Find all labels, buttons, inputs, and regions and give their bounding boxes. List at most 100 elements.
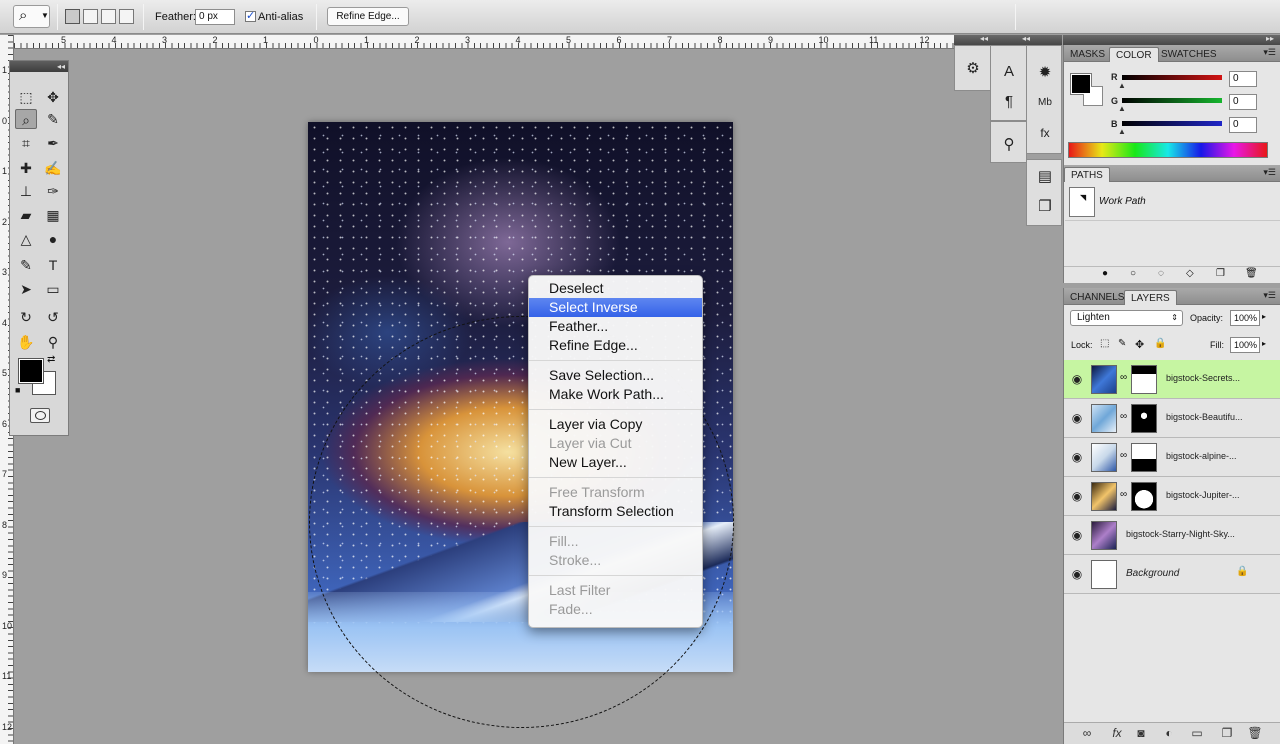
styles-icon[interactable]: fx [1032, 122, 1058, 144]
lock-position-icon[interactable]: ✥ [1135, 338, 1144, 351]
tab-color[interactable]: COLOR [1109, 47, 1159, 62]
layer-row[interactable]: ◉ Background 🔒 [1064, 555, 1280, 594]
layer-row[interactable]: ◉ ∞ bigstock-Jupiter-... [1064, 477, 1280, 516]
lock-image-icon[interactable]: ✎ [1118, 338, 1126, 349]
3d-rotate-icon[interactable]: ↻ [15, 307, 37, 327]
fill-input[interactable]: 100% [1230, 337, 1260, 353]
tab-paths[interactable]: PATHS [1064, 167, 1110, 182]
layer-mask-thumbnail[interactable] [1131, 404, 1157, 433]
anti-alias-checkbox[interactable]: ✓ [245, 11, 256, 22]
opacity-input[interactable]: 100% [1230, 310, 1260, 326]
mask-link-icon[interactable]: ∞ [1120, 411, 1127, 422]
opacity-arrow-icon[interactable]: ▸ [1262, 312, 1266, 321]
marquee-icon[interactable]: ⬚ [15, 87, 37, 107]
menu-item-refine-edge[interactable]: Refine Edge... [529, 336, 702, 355]
adjustment-icon[interactable]: ◐ [1160, 726, 1178, 740]
link-icon[interactable]: ∞ [1078, 726, 1096, 740]
new-selection-button[interactable] [65, 9, 80, 24]
path-selection-icon[interactable]: ➤ [15, 279, 37, 299]
3d-orbit-icon[interactable]: ↺ [42, 307, 64, 327]
channel-g-value[interactable]: 0 [1229, 94, 1257, 110]
clone-source-icon[interactable]: ⚲ [996, 134, 1022, 156]
hand-icon[interactable]: ✋ [15, 332, 37, 352]
swap-colors-icon[interactable]: ⇄ [47, 354, 55, 365]
channel-b-slider[interactable] [1122, 121, 1222, 126]
menu-item-save-selection[interactable]: Save Selection... [529, 366, 702, 385]
dock-header[interactable]: ◂◂ ◂◂ [954, 34, 1062, 45]
tools-panel-header[interactable]: ◂◂ [10, 61, 68, 72]
rectangle-icon[interactable]: ▭ [42, 279, 64, 299]
mask-link-icon[interactable]: ∞ [1120, 489, 1127, 500]
panel-menu-icon[interactable]: ▾☰ [1263, 167, 1276, 178]
quick-mask-icon[interactable] [30, 408, 50, 423]
type-icon[interactable]: T [42, 255, 64, 275]
lock-transparent-icon[interactable]: ⬚ [1100, 338, 1109, 349]
menu-item-deselect[interactable]: Deselect [529, 279, 702, 298]
tab-masks[interactable]: MASKS [1064, 47, 1111, 62]
layer-mask-thumbnail[interactable] [1131, 482, 1157, 511]
blur-icon[interactable]: △ [15, 229, 37, 249]
visibility-eye-icon[interactable]: ◉ [1070, 450, 1084, 464]
visibility-eye-icon[interactable]: ◉ [1070, 528, 1084, 542]
notes-icon[interactable]: ▤ [1032, 166, 1058, 188]
character-icon[interactable]: A [996, 61, 1022, 83]
history-brush-icon[interactable]: ✑ [42, 181, 64, 201]
quick-selection-icon[interactable]: ✎ [42, 109, 64, 129]
channel-g-slider[interactable] [1122, 98, 1222, 103]
layer-mask-thumbnail[interactable] [1131, 443, 1157, 472]
visibility-eye-icon[interactable]: ◉ [1070, 372, 1084, 386]
layer-row[interactable]: ◉ bigstock-Starry-Night-Sky... [1064, 516, 1280, 555]
mask-link-icon[interactable]: ∞ [1120, 450, 1127, 461]
lock-all-icon[interactable]: 🔒 [1154, 338, 1166, 349]
intersect-selection-button[interactable] [119, 9, 134, 24]
fill-path-icon[interactable]: ● [1102, 268, 1108, 279]
blend-mode-select[interactable]: Lighten ⇕ [1070, 310, 1183, 326]
tool-preset-picker[interactable]: ⌕ ▼ [13, 5, 50, 28]
delete-path-icon[interactable]: 🗑 [1245, 268, 1258, 279]
new-layer-icon[interactable]: ❐ [1218, 726, 1236, 740]
layer-row[interactable]: ◉ ∞ bigstock-Beautifu... [1064, 399, 1280, 438]
stroke-path-icon[interactable]: ○ [1130, 268, 1136, 279]
channel-r-value[interactable]: 0 [1229, 71, 1257, 87]
visibility-eye-icon[interactable]: ◉ [1070, 489, 1084, 503]
brush-presets-icon[interactable]: ✹ [1032, 62, 1058, 84]
slider-thumb-icon[interactable]: ▲ [1118, 81, 1126, 90]
move-icon[interactable]: ✥ [42, 87, 64, 107]
visibility-eye-icon[interactable]: ◉ [1070, 567, 1084, 581]
eraser-icon[interactable]: ▰ [15, 205, 37, 225]
panel-menu-icon[interactable]: ▾☰ [1263, 290, 1276, 301]
healing-brush-icon[interactable]: ✚ [15, 158, 37, 178]
channel-b-value[interactable]: 0 [1229, 117, 1257, 133]
path-row[interactable]: ◥ Work Path [1065, 185, 1280, 221]
clone-stamp-icon[interactable]: ⊥ [15, 181, 37, 201]
layer-comps-icon[interactable]: ❐ [1032, 196, 1058, 218]
fx-icon[interactable]: fx [1108, 726, 1126, 740]
foreground-color-swatch[interactable] [18, 358, 44, 384]
layer-row[interactable]: ◉ ∞ bigstock-alpine-... [1064, 438, 1280, 477]
crop-icon[interactable]: ⌗ [15, 133, 37, 153]
menu-item-feather[interactable]: Feather... [529, 317, 702, 336]
mask-link-icon[interactable]: ∞ [1120, 372, 1127, 383]
lasso-icon[interactable]: ⌕ [15, 109, 37, 129]
visibility-eye-icon[interactable]: ◉ [1070, 411, 1084, 425]
slider-thumb-icon[interactable]: ▲ [1118, 127, 1126, 136]
subtract-from-selection-button[interactable] [101, 9, 116, 24]
menu-item-make-work-path[interactable]: Make Work Path... [529, 385, 702, 404]
new-path-icon[interactable]: ❐ [1216, 268, 1225, 279]
refine-edge-button[interactable]: Refine Edge... [327, 7, 409, 26]
layer-mask-thumbnail[interactable] [1131, 365, 1157, 394]
load-selection-icon[interactable]: ◌ [1158, 268, 1164, 279]
make-work-path-icon[interactable]: ◇ [1186, 268, 1194, 279]
spectrum-bar[interactable] [1068, 142, 1268, 158]
eyedropper-icon[interactable]: ✒ [42, 133, 64, 153]
layer-row[interactable]: ◉ ∞ bigstock-Secrets... [1064, 360, 1280, 399]
panel-menu-icon[interactable]: ▾☰ [1263, 47, 1276, 58]
fill-arrow-icon[interactable]: ▸ [1262, 339, 1266, 348]
zoom-icon[interactable]: ⚲ [42, 332, 64, 352]
channel-r-slider[interactable] [1122, 75, 1222, 80]
tab-channels[interactable]: CHANNELS [1064, 290, 1130, 305]
mini-bridge-icon[interactable]: Mb [1032, 92, 1058, 114]
menu-item-select-inverse[interactable]: Select Inverse [529, 298, 702, 317]
dodge-icon[interactable]: ● [42, 229, 64, 249]
add-to-selection-button[interactable] [83, 9, 98, 24]
